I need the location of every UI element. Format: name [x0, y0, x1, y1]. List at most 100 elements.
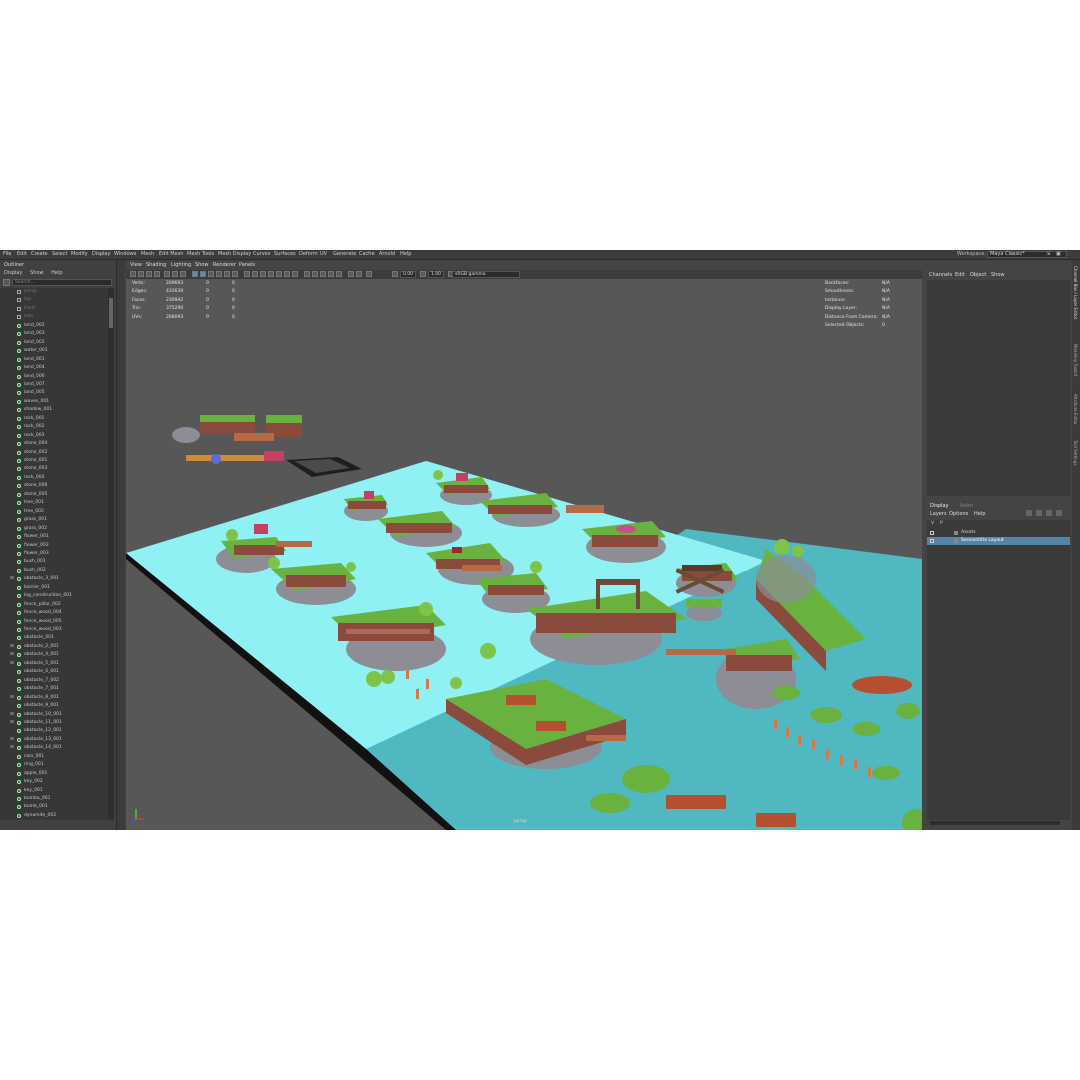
outliner-item[interactable]: coin_001 [0, 753, 108, 761]
xray-icon[interactable] [276, 271, 282, 277]
wireframe-on-shaded-icon[interactable] [208, 271, 214, 277]
outliner-item[interactable]: land_002 [0, 339, 108, 347]
layer-color-swatch[interactable] [954, 531, 958, 535]
xray-components-icon[interactable] [292, 271, 298, 277]
tab-attribute-editor[interactable]: Attribute Editor [1073, 394, 1078, 425]
layer-menu-options[interactable]: Options [949, 511, 968, 517]
outliner-item[interactable]: fence_wood_004 [0, 609, 108, 617]
exposure-field[interactable]: 0.00 [400, 271, 416, 278]
menu-mesh-tools[interactable]: Mesh Tools [187, 251, 214, 257]
ambient-occlusion-icon[interactable] [244, 271, 250, 277]
menu-select[interactable]: Select [52, 251, 67, 257]
outliner-item[interactable]: apple_001 [0, 770, 108, 778]
expand-icon[interactable]: ⊞ [10, 711, 14, 719]
tab-anim[interactable]: Anim [960, 503, 973, 509]
wireframe-icon[interactable] [192, 271, 198, 277]
outliner-item[interactable]: barrier_001 [0, 584, 108, 592]
xray-joints-icon[interactable] [284, 271, 290, 277]
outliner-item[interactable]: tree_002 [0, 508, 108, 516]
outliner-item[interactable]: persp [0, 288, 108, 296]
resolution-gate-icon[interactable] [180, 271, 186, 277]
outliner-search-input[interactable]: Search... [12, 279, 112, 286]
outliner-item[interactable]: key_001 [0, 787, 108, 795]
cb-menu-channels[interactable]: Channels [929, 272, 952, 278]
expand-icon[interactable]: ⊞ [10, 694, 14, 702]
new-layer-icon[interactable] [1046, 510, 1052, 516]
field-chart-icon[interactable] [320, 271, 326, 277]
menu-file[interactable]: File [3, 251, 11, 257]
vp-menu-show[interactable]: Show [195, 262, 209, 268]
outliner-item[interactable]: grass_001 [0, 516, 108, 524]
safe-action-icon[interactable] [328, 271, 334, 277]
tab-tool-settings[interactable]: Tool Settings [1073, 440, 1078, 465]
workspace-select[interactable]: Maya Classic* [987, 251, 1067, 258]
outliner-scrollbar[interactable] [108, 288, 114, 820]
minimize-icon[interactable]: ⇲ [1046, 251, 1050, 257]
safe-title-icon[interactable] [336, 271, 342, 277]
menu-edit[interactable]: Edit [17, 251, 27, 257]
camera-gate-icon[interactable] [304, 271, 310, 277]
outliner-item[interactable]: water_001 [0, 347, 108, 355]
expand-icon[interactable]: ⊞ [10, 744, 14, 752]
outliner-item[interactable]: ring_001 [0, 761, 108, 769]
outliner-item[interactable]: bomba_001 [0, 795, 108, 803]
smooth-shade-icon[interactable] [200, 271, 206, 277]
isolate-select-icon[interactable] [268, 271, 274, 277]
outliner-item[interactable]: stone_003 [0, 465, 108, 473]
vp-menu-lighting[interactable]: Lighting [171, 262, 191, 268]
grid-icon[interactable] [164, 271, 170, 277]
restore-icon[interactable]: ▣ [1056, 251, 1061, 257]
layer-down-icon[interactable] [1036, 510, 1042, 516]
outliner-menu-help[interactable]: Help [51, 270, 62, 276]
outliner-item[interactable]: obstacle_001 [0, 634, 108, 642]
lights-icon[interactable] [224, 271, 230, 277]
menu-windows[interactable]: Windows [114, 251, 136, 257]
outliner-item[interactable]: stone_002 [0, 449, 108, 457]
safe-area-icon[interactable] [312, 271, 318, 277]
menu-surfaces[interactable]: Surfaces [274, 251, 296, 257]
cb-menu-object[interactable]: Object [970, 272, 986, 278]
outliner-item[interactable]: tree_001 [0, 499, 108, 507]
outliner-item[interactable]: rock_003 [0, 432, 108, 440]
menu-mesh[interactable]: Mesh [141, 251, 154, 257]
expand-icon[interactable]: ⊞ [10, 736, 14, 744]
outliner-item[interactable]: fence_pillar_002 [0, 601, 108, 609]
outliner-item[interactable]: land_006 [0, 373, 108, 381]
select-camera-icon[interactable] [130, 271, 136, 277]
cb-menu-edit[interactable]: Edit [955, 272, 965, 278]
expand-icon[interactable]: ⊞ [10, 719, 14, 727]
outliner-item[interactable]: obstacle_7_002 [0, 677, 108, 685]
outliner-item[interactable]: ⊞ obstacle_2_001 [0, 643, 108, 651]
layer-up-icon[interactable] [1026, 510, 1032, 516]
shadows-icon[interactable] [232, 271, 238, 277]
color-management-icon[interactable] [356, 271, 362, 277]
menu-help[interactable]: Help [400, 251, 411, 257]
outliner-item[interactable]: ⊞ obstacle_14_001 [0, 744, 108, 752]
outliner-item[interactable]: obstacle_7_001 [0, 685, 108, 693]
hud-icon[interactable] [348, 271, 354, 277]
tab-channel-box[interactable]: Channel Box / Layer Editor [1073, 266, 1078, 319]
perspective-viewport[interactable]: Verts: 209693 0 0 Edges: 433639 0 0 Faces: 230942… [126, 279, 922, 830]
vp-menu-view[interactable]: View [130, 262, 142, 268]
display-lut-icon[interactable] [366, 271, 372, 277]
outliner-item[interactable]: flower_001 [0, 533, 108, 541]
outliner-item[interactable]: ⊞ obstacle_8_001 [0, 694, 108, 702]
textured-icon[interactable] [216, 271, 222, 277]
menu-generate[interactable]: Generate [333, 251, 356, 257]
expand-icon[interactable]: ⊞ [10, 643, 14, 651]
menu-edit-mesh[interactable]: Edit Mesh [159, 251, 183, 257]
outliner-item[interactable]: key_002 [0, 778, 108, 786]
layer-color-swatch[interactable] [954, 539, 958, 543]
outliner-item[interactable]: ⊞ obstacle_4_001 [0, 651, 108, 659]
exposure-icon[interactable] [392, 271, 398, 277]
menu-display[interactable]: Display [92, 251, 110, 257]
menu-deform[interactable]: Deform [299, 251, 318, 257]
image-plane-icon[interactable] [154, 271, 160, 277]
outliner-item[interactable]: front [0, 305, 108, 313]
menu-modify[interactable]: Modify [71, 251, 88, 257]
outliner-item[interactable]: dynamite_002 [0, 812, 108, 820]
outliner-item[interactable]: grass_002 [0, 525, 108, 533]
outliner-item[interactable]: land_005 [0, 389, 108, 397]
outliner-item[interactable]: log_construction_001 [0, 592, 108, 600]
outliner-item[interactable]: fence_wood_005 [0, 618, 108, 626]
